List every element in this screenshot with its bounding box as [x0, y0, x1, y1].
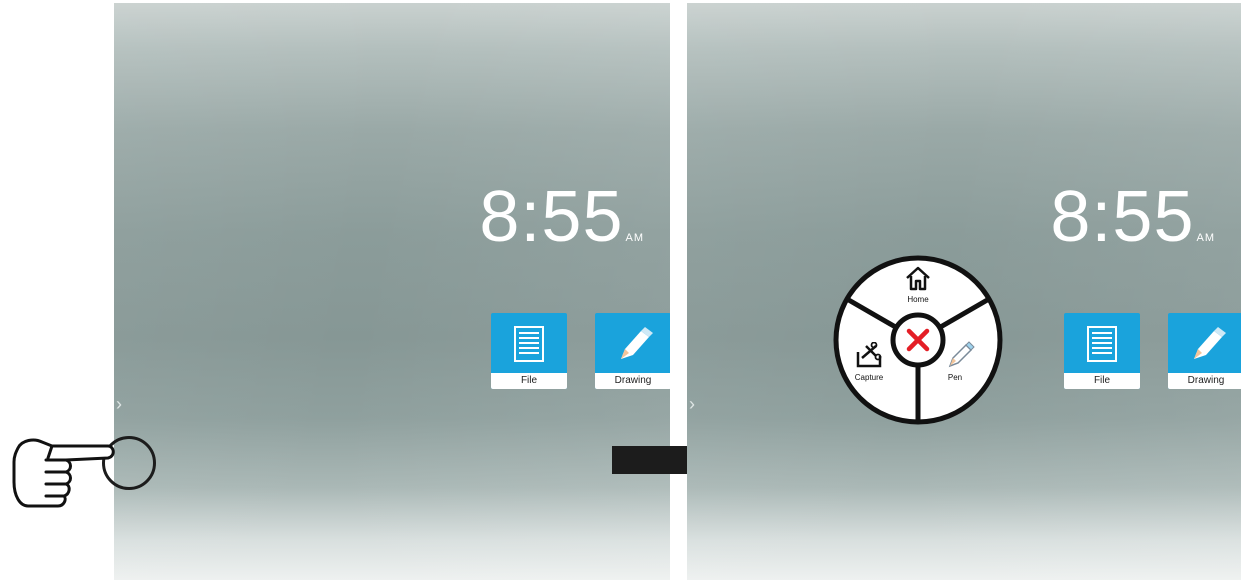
file-tile-label: File [1064, 373, 1140, 389]
file-icon [514, 326, 544, 362]
clock-time: 8:55 [1050, 177, 1195, 257]
clock: 8:55 AM [479, 181, 644, 253]
clock-ampm: AM [625, 232, 644, 244]
drawing-tile-label: Drawing [595, 373, 670, 389]
file-tile[interactable]: File [491, 313, 567, 389]
close-icon[interactable] [902, 324, 934, 356]
clock-ampm: AM [1196, 232, 1215, 244]
edge-chevron-icon[interactable]: › [689, 395, 695, 413]
drawing-tile-label: Drawing [1168, 373, 1241, 389]
home-button[interactable] [882, 260, 954, 308]
clock: 8:55 AM [1050, 181, 1215, 253]
pencil-icon [621, 327, 653, 359]
pen-button[interactable] [936, 334, 996, 388]
capture-button[interactable] [840, 334, 900, 388]
pointing-hand-icon [12, 438, 115, 508]
pencil-icon [1194, 327, 1226, 359]
clock-time: 8:55 [479, 177, 624, 257]
file-icon [1087, 326, 1117, 362]
drawing-tile[interactable]: Drawing [595, 313, 670, 389]
screen-before: 8:55 AM File Drawing › [114, 3, 670, 580]
drawing-tile[interactable]: Drawing [1168, 313, 1241, 389]
file-tile-label: File [491, 373, 567, 389]
radial-menu: Home Capture Pen [832, 254, 1004, 426]
edge-chevron-icon[interactable]: › [116, 395, 122, 413]
file-tile[interactable]: File [1064, 313, 1140, 389]
